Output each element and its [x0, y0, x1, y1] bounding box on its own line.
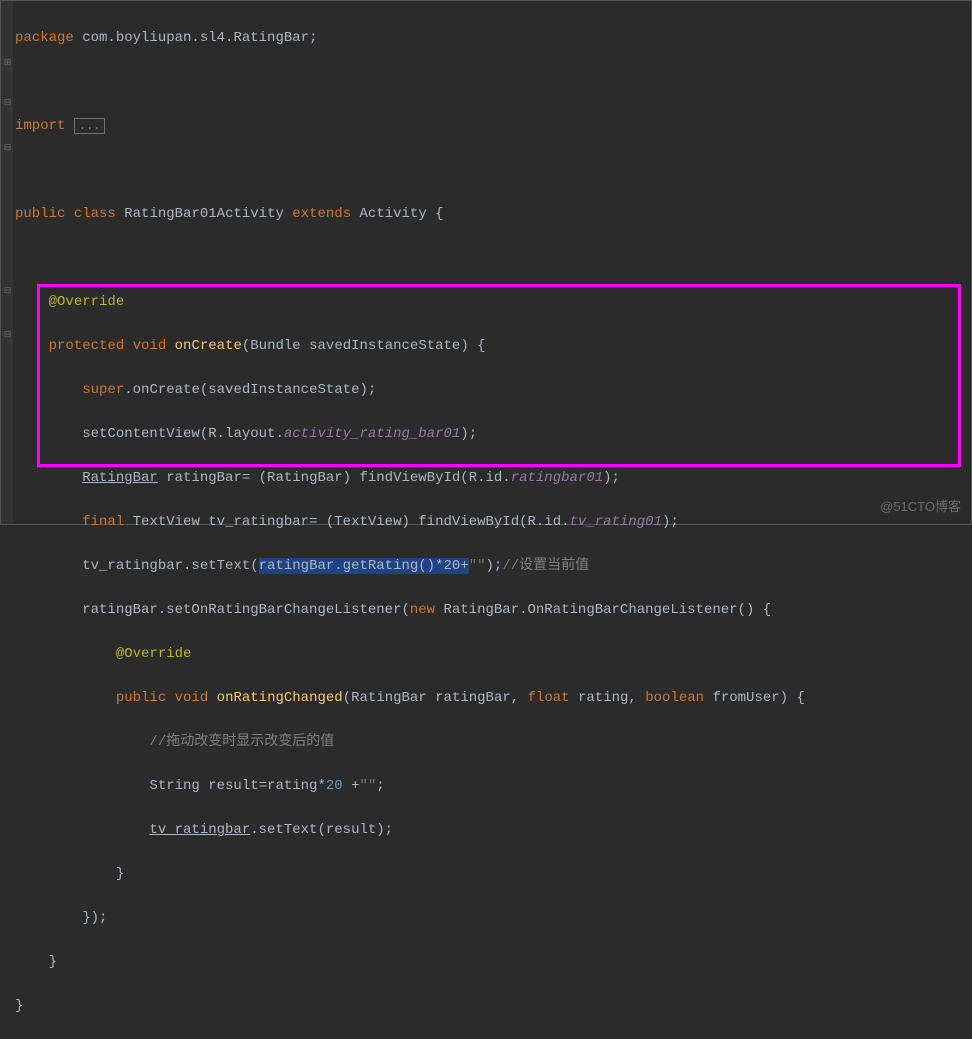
- import-fold[interactable]: ...: [74, 118, 106, 134]
- watermark: @51CTO博客: [880, 496, 961, 518]
- method-oncreate: onCreate: [175, 338, 242, 354]
- annotation-override: @Override: [49, 294, 125, 310]
- editor-gutter: ⊞ ⊟ ⊟ ⊟ ⊟: [1, 1, 13, 524]
- type-ratingbar: RatingBar: [82, 470, 158, 486]
- comment: //设置当前值: [502, 558, 589, 574]
- annotation-override: @Override: [116, 646, 192, 662]
- fold-plus-icon[interactable]: ⊞: [3, 59, 12, 68]
- class-name: RatingBar01Activity: [124, 206, 284, 222]
- comment: //拖动改变时显示改变后的值: [149, 734, 334, 750]
- package-name: com.boyliupan.sl4.RatingBar: [74, 30, 309, 46]
- code-editor[interactable]: package com.boyliupan.sl4.RatingBar; imp…: [15, 5, 971, 1039]
- fold-minus-icon[interactable]: ⊟: [3, 99, 12, 108]
- fold-minus-icon[interactable]: ⊟: [3, 287, 12, 296]
- kw-import: import: [15, 118, 65, 134]
- kw-package: package: [15, 30, 74, 46]
- method-onratingchanged: onRatingChanged: [217, 690, 343, 706]
- selected-text: ratingBar.getRating()*20: [259, 558, 461, 574]
- var-tv-ratingbar: tv_ratingbar: [149, 822, 250, 838]
- fold-minus-icon[interactable]: ⊟: [3, 331, 12, 340]
- fold-minus-icon[interactable]: ⊟: [3, 144, 12, 153]
